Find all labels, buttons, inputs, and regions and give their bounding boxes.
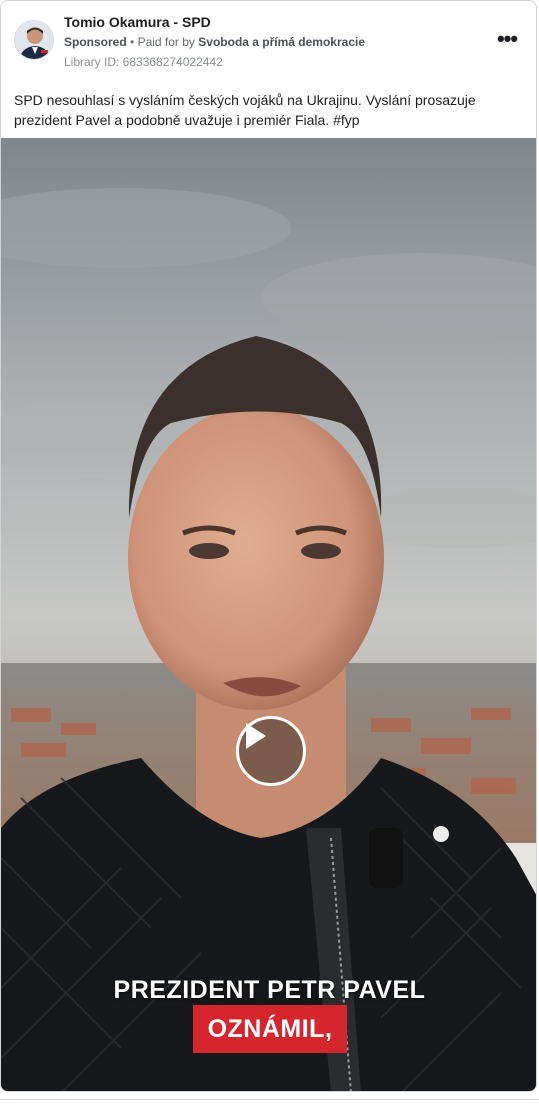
video-subtitle-highlight: OZNÁMIL, xyxy=(193,1005,347,1053)
play-icon xyxy=(246,723,266,749)
avatar-image xyxy=(15,21,53,59)
video-frame xyxy=(1,138,536,1091)
video-subtitle-line2: OZNÁMIL, xyxy=(207,1014,333,1043)
page-avatar[interactable] xyxy=(14,20,54,60)
sponsored-meta: Sponsored • Paid for by Svoboda a přímá … xyxy=(64,35,365,49)
ad-card: Tomio Okamura - SPD Sponsored • Paid for… xyxy=(0,0,537,1092)
video-subtitle-line1: PREZIDENT PETR PAVEL xyxy=(113,976,426,1004)
ad-caption: SPD nesouhlasí s vysláním českých vojáků… xyxy=(14,92,476,128)
more-options-icon[interactable]: ••• xyxy=(495,27,519,51)
sponsored-label: Sponsored xyxy=(64,35,127,49)
ad-header: Tomio Okamura - SPD Sponsored • Paid for… xyxy=(1,1,536,81)
paid-for-prefix: Paid for by xyxy=(137,35,195,49)
video-player[interactable]: PREZIDENT PETR PAVEL OZNÁMIL, xyxy=(1,138,536,1091)
page-name[interactable]: Tomio Okamura - SPD xyxy=(64,14,211,30)
meta-separator: • xyxy=(130,35,135,49)
payer-name[interactable]: Svoboda a přímá demokracie xyxy=(198,35,365,49)
library-id: Library ID: 683368274022442 xyxy=(64,55,223,69)
next-card-divider xyxy=(0,1099,539,1100)
play-button[interactable] xyxy=(236,716,306,786)
